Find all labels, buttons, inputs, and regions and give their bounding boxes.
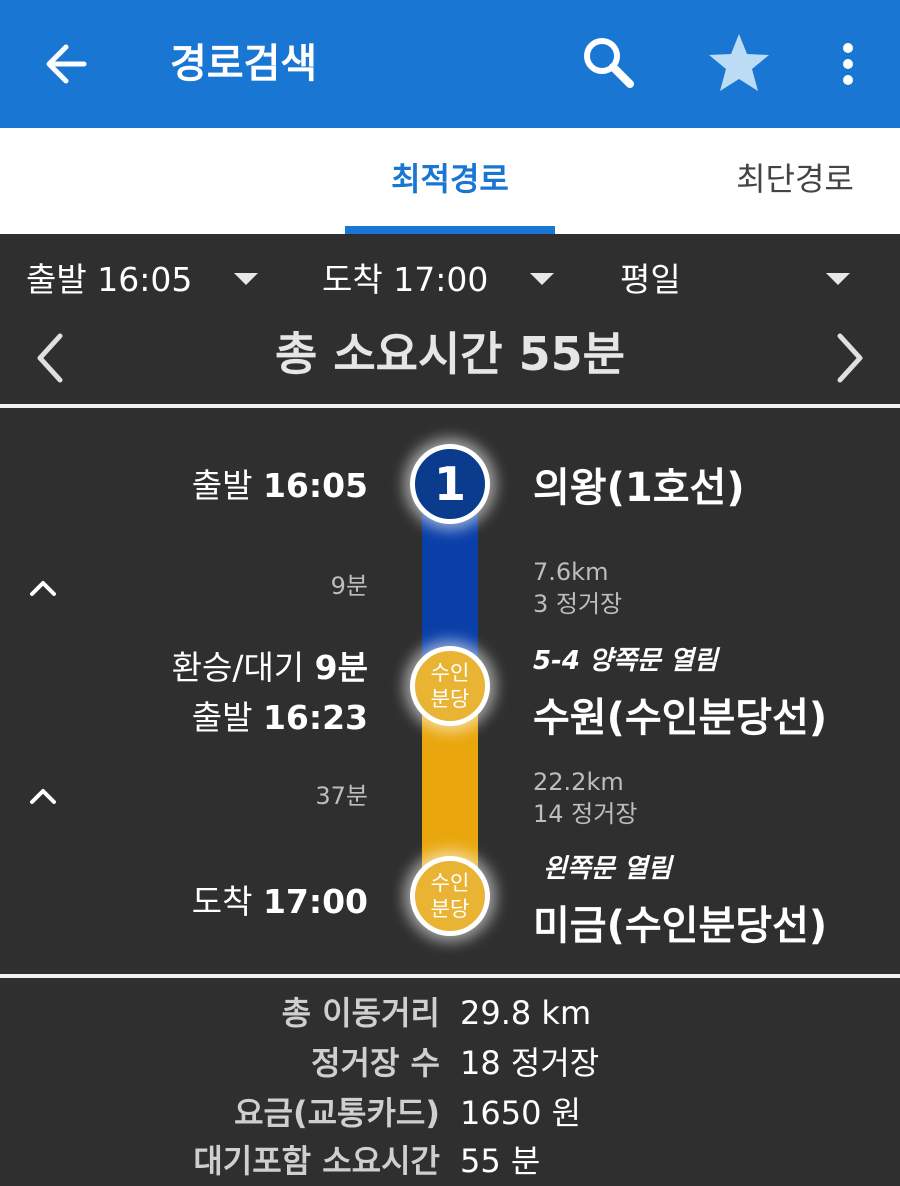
- summary-fare-row: 요금(교통카드) 1650 원: [0, 1088, 900, 1138]
- divider: [0, 974, 900, 978]
- departure-dropdown-icon[interactable]: [234, 273, 258, 285]
- trip-summary: 총 이동거리 29.8 km 정거장 수 18 정거장 요금(교통카드) 165…: [0, 980, 900, 1180]
- arrival-time-select[interactable]: 도착 17:00: [322, 258, 488, 302]
- segment-1-distance: 7.6km: [533, 558, 609, 586]
- summary-stations-row: 정거장 수 18 정거장: [0, 1038, 900, 1088]
- summary-key: 요금(교통카드): [234, 1094, 440, 1132]
- total-travel-time: 총 소요시간 55분: [275, 327, 625, 381]
- stop-1-departure: 출발 16:05: [191, 466, 368, 505]
- search-icon[interactable]: [578, 32, 638, 92]
- summary-value: 18 정거장: [460, 1044, 600, 1082]
- page-title: 경로검색: [170, 41, 318, 87]
- app-bar: 경로검색: [0, 0, 900, 128]
- divider: [0, 404, 900, 408]
- stop-2-door-info: 5-4 양쪽문 열림: [533, 646, 718, 676]
- arrival-dropdown-icon[interactable]: [530, 273, 554, 285]
- more-vert-icon[interactable]: [830, 36, 866, 92]
- collapse-chevron-icon[interactable]: [28, 786, 58, 806]
- summary-key: 정거장 수: [311, 1044, 440, 1082]
- segment-1-stations: 3 정거장: [533, 590, 623, 618]
- tab-shortest-route[interactable]: 최단경로: [700, 128, 890, 234]
- suin-bundang-badge: 수인 분당: [410, 646, 490, 726]
- stop-1-name[interactable]: 의왕(1호선): [533, 462, 745, 514]
- day-type-dropdown-icon[interactable]: [826, 273, 850, 285]
- summary-key: 총 이동거리: [281, 994, 440, 1032]
- segment-2-stations: 14 정거장: [533, 800, 638, 828]
- star-icon[interactable]: [706, 30, 772, 96]
- summary-distance-row: 총 이동거리 29.8 km: [0, 988, 900, 1038]
- next-route-icon[interactable]: [830, 330, 870, 386]
- active-tab-indicator: [345, 226, 555, 234]
- back-arrow-icon[interactable]: [40, 36, 92, 92]
- tab-optimal-route[interactable]: 최적경로: [345, 128, 555, 234]
- summary-value: 29.8 km: [460, 994, 592, 1032]
- summary-value: 1650 원: [460, 1094, 582, 1132]
- stop-3-arrival: 도착 17:00: [191, 882, 368, 921]
- segment-2-duration: 37분: [315, 782, 368, 810]
- collapse-chevron-icon[interactable]: [28, 578, 58, 598]
- route-timeline: 출발 16:05 1 의왕(1호선) 9분 7.6km 3 정거장 환승/대기 …: [0, 410, 900, 974]
- summary-value: 55 분: [460, 1142, 541, 1180]
- stop-2-name[interactable]: 수원(수인분당선): [533, 692, 827, 744]
- route-tabs: 최적경로 최단경로: [0, 128, 900, 234]
- segment-2-distance: 22.2km: [533, 768, 624, 796]
- summary-total-time-row: 대기포함 소요시간 55 분: [0, 1136, 900, 1186]
- suin-bundang-badge: 수인 분당: [410, 856, 490, 936]
- segment-1-duration: 9분: [330, 572, 368, 600]
- departure-time-select[interactable]: 출발 16:05: [26, 258, 192, 302]
- stop-2-transfer-wait: 환승/대기 9분: [171, 648, 368, 687]
- day-type-select[interactable]: 평일: [620, 258, 681, 302]
- stop-2-departure: 출발 16:23: [191, 698, 368, 737]
- stop-3-door-info: 왼쪽문 열림: [543, 854, 672, 884]
- line-1-badge: 1: [410, 444, 490, 524]
- route-summary-header: 출발 16:05 도착 17:00 평일 총 소요시간 55분: [0, 236, 900, 404]
- summary-key: 대기포함 소요시간: [193, 1142, 440, 1180]
- stop-3-name[interactable]: 미금(수인분당선): [533, 900, 827, 952]
